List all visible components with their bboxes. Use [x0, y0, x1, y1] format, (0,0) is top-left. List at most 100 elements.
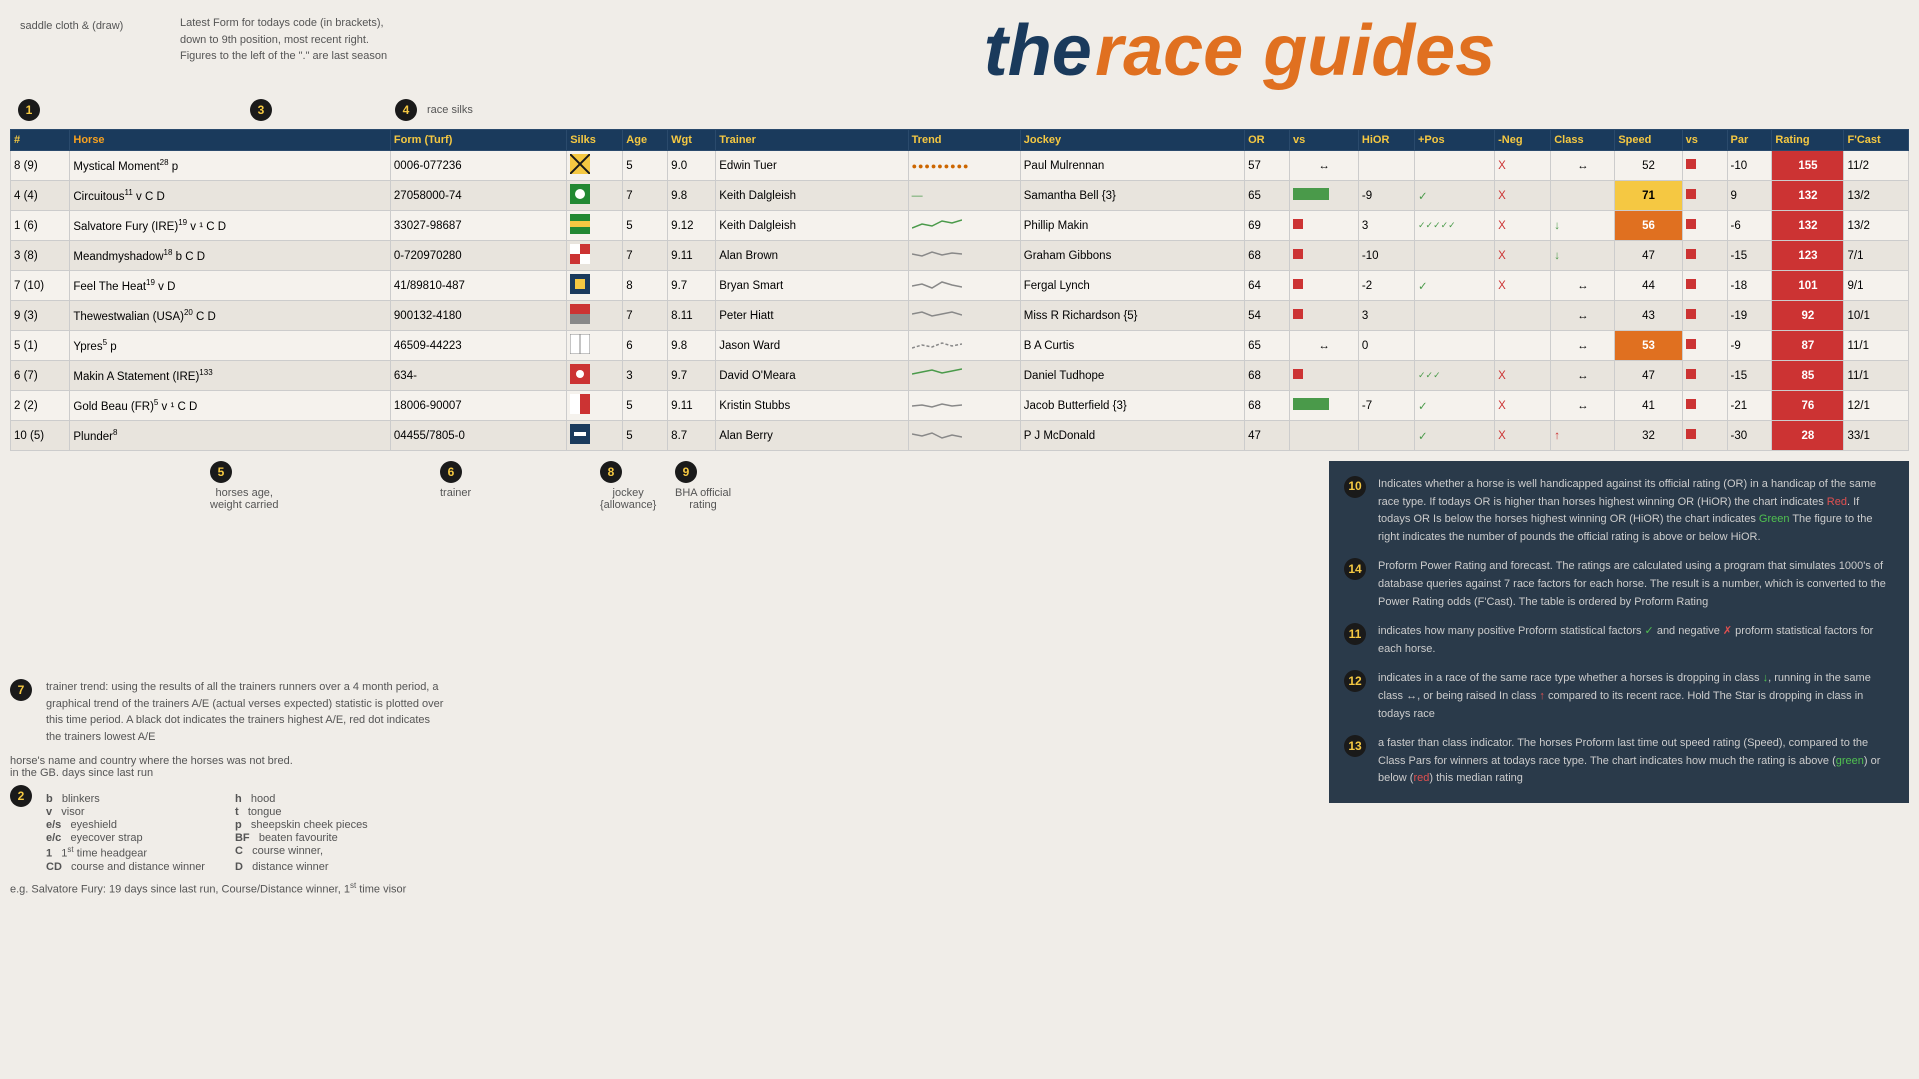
annotation-10: 10 Indicates whether a horse is well han… [1344, 476, 1894, 546]
cell-silks [567, 421, 623, 451]
legend-grid: b blinkers h hood v visor t tongue e/s e… [46, 793, 394, 873]
cell-trainer: Peter Hiatt [716, 301, 908, 331]
th-wgt: Wgt [668, 130, 716, 151]
th-age: Age [623, 130, 668, 151]
th-rating: Rating [1772, 130, 1844, 151]
cell-form: 46509-44223 [390, 331, 566, 361]
cell-vs2 [1682, 151, 1727, 181]
cell-neg [1495, 331, 1551, 361]
cell-horse: Plunder8 [70, 421, 391, 451]
cell-vs2 [1682, 421, 1727, 451]
th-pos: +Pos [1415, 130, 1495, 151]
ann9-text: BHA officialrating [675, 487, 731, 511]
cell-pos: ✓✓✓✓✓ [1415, 211, 1495, 241]
cell-jockey: Graham Gibbons [1020, 241, 1244, 271]
cell-neg: X [1495, 391, 1551, 421]
cell-or: 68 [1245, 361, 1290, 391]
cell-jockey: Fergal Lynch [1020, 271, 1244, 301]
cell-hior: -10 [1358, 241, 1414, 271]
cell-age: 3 [623, 361, 668, 391]
cell-par: -9 [1727, 331, 1772, 361]
table-row: 7 (10) Feel The Heat19 v D 41/89810-487 … [11, 271, 1909, 301]
cell-fcast: 12/1 [1844, 391, 1909, 421]
cell-horse: Circuitous11 v C D [70, 181, 391, 211]
cell-silks [567, 271, 623, 301]
cell-fcast: 7/1 [1844, 241, 1909, 271]
cell-class: ↔ [1551, 361, 1615, 391]
cell-trend [908, 241, 1020, 271]
cell-age: 5 [623, 211, 668, 241]
right-annotations-panel: 10 Indicates whether a horse is well han… [1329, 461, 1909, 803]
th-horse: Horse [70, 130, 391, 151]
ann14-text: Proform Power Rating and forecast. The r… [1378, 558, 1894, 611]
cell-jockey: Samantha Bell {3} [1020, 181, 1244, 211]
cell-rating: 87 [1772, 331, 1844, 361]
cell-num: 2 (2) [11, 391, 70, 421]
cell-class: ↓ [1551, 241, 1615, 271]
cell-hior [1358, 151, 1414, 181]
cell-jockey: Jacob Butterfield {3} [1020, 391, 1244, 421]
table-body: 8 (9) Mystical Moment28 p 0006-077236 5 … [11, 151, 1909, 451]
cell-trend: — [908, 181, 1020, 211]
table-row: 5 (1) Ypres5 p 46509-44223 6 9.8 Jason W… [11, 331, 1909, 361]
cell-vs [1290, 271, 1359, 301]
cell-pos: ✓ [1415, 391, 1495, 421]
cell-neg: X [1495, 271, 1551, 301]
annotation-11: 11 indicates how many positive Proform s… [1344, 623, 1894, 658]
cell-silks [567, 301, 623, 331]
cell-or: 65 [1245, 181, 1290, 211]
cell-class: ↔ [1551, 271, 1615, 301]
th-vs2: vs [1682, 130, 1727, 151]
cell-rating: 132 [1772, 211, 1844, 241]
cell-speed: 47 [1615, 361, 1682, 391]
cell-speed: 53 [1615, 331, 1682, 361]
cell-rating: 155 [1772, 151, 1844, 181]
cell-fcast: 11/1 [1844, 331, 1909, 361]
cell-pos: ✓ [1415, 271, 1495, 301]
cell-form: 04455/7805-0 [390, 421, 566, 451]
cell-trend [908, 301, 1020, 331]
cell-vs2 [1682, 181, 1727, 211]
cell-vs2 [1682, 241, 1727, 271]
cell-silks [567, 361, 623, 391]
cell-form: 27058000-74 [390, 181, 566, 211]
cell-fcast: 33/1 [1844, 421, 1909, 451]
th-trainer: Trainer [716, 130, 908, 151]
cell-trend [908, 391, 1020, 421]
cell-age: 7 [623, 241, 668, 271]
th-fcast: F'Cast [1844, 130, 1909, 151]
cell-trainer: Alan Berry [716, 421, 908, 451]
ann11-text: indicates how many positive Proform stat… [1378, 623, 1894, 658]
cell-form: 18006-90007 [390, 391, 566, 421]
annotation-2-area: horse's name and country where the horse… [10, 755, 1314, 895]
cell-trend [908, 421, 1020, 451]
cell-vs2 [1682, 331, 1727, 361]
cell-class: ↓ [1551, 211, 1615, 241]
badge-1: 1 [18, 99, 44, 121]
cell-or: 68 [1245, 241, 1290, 271]
cell-trainer: Edwin Tuer [716, 151, 908, 181]
cell-class: ↑ [1551, 421, 1615, 451]
horse-name-note: horse's name and country where the horse… [10, 755, 1314, 779]
cell-trainer: David O'Meara [716, 361, 908, 391]
cell-jockey: B A Curtis [1020, 331, 1244, 361]
cell-pos: ✓✓✓ [1415, 361, 1495, 391]
cell-speed: 41 [1615, 391, 1682, 421]
cell-form: 634- [390, 361, 566, 391]
table-row: 10 (5) Plunder8 04455/7805-0 5 8.7 Alan … [11, 421, 1909, 451]
cell-form: 0006-077236 [390, 151, 566, 181]
cell-trainer: Jason Ward [716, 331, 908, 361]
cell-par: -18 [1727, 271, 1772, 301]
cell-wgt: 9.8 [668, 181, 716, 211]
cell-trainer: Keith Dalgleish [716, 211, 908, 241]
cell-hior: 3 [1358, 211, 1414, 241]
badge-4-area: 4 race silks [395, 99, 473, 121]
cell-rating: 92 [1772, 301, 1844, 331]
cell-par: -30 [1727, 421, 1772, 451]
cell-num: 4 (4) [11, 181, 70, 211]
cell-trend [908, 271, 1020, 301]
cell-vs [1290, 361, 1359, 391]
header: saddle cloth & (draw) Latest Form for to… [0, 0, 1919, 97]
cell-speed: 43 [1615, 301, 1682, 331]
cell-age: 8 [623, 271, 668, 301]
